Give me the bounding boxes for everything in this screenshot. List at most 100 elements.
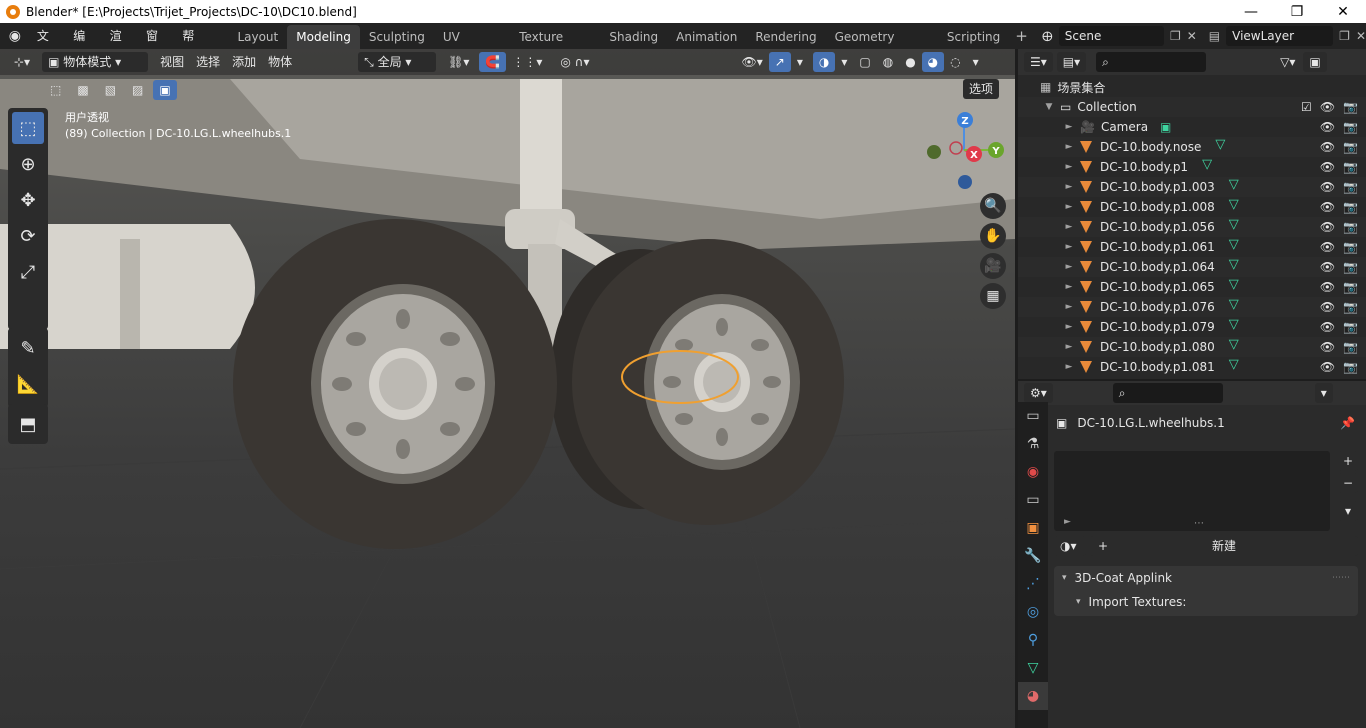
render-camera-icon[interactable]: 📷 xyxy=(1343,220,1358,234)
editor-type-icon[interactable]: ⊹▾ xyxy=(8,52,36,72)
outliner-root-row[interactable]: ▦ 场景集合 xyxy=(1018,77,1366,97)
menu-window[interactable]: 窗口 xyxy=(139,23,175,69)
mesh-data-icon[interactable] xyxy=(1215,137,1227,153)
collection-checkbox-icon[interactable]: ☑ xyxy=(1301,100,1312,114)
outliner-object-row[interactable]: ►DC-10.body.p1.003👁📷 xyxy=(1018,177,1366,197)
slot-specials-icon[interactable]: ▾ xyxy=(1338,501,1358,521)
remove-scene-icon[interactable]: ✕ xyxy=(1187,29,1197,43)
mesh-data-icon[interactable] xyxy=(1202,157,1214,173)
measure-tool-icon[interactable]: 📐 xyxy=(12,368,44,400)
tab-sculpting[interactable]: Sculpting xyxy=(360,25,434,49)
outliner-display-mode-icon[interactable]: ▤▾ xyxy=(1056,52,1087,72)
remove-view-layer-icon[interactable]: ✕ xyxy=(1356,29,1366,43)
properties-editor-type-icon[interactable]: ⚙▾ xyxy=(1024,383,1053,403)
gizmo-neg-y-axis[interactable] xyxy=(927,145,941,159)
menu-add[interactable]: 添加 xyxy=(226,52,262,72)
gizmo-neg-x-axis[interactable] xyxy=(949,141,963,155)
new-view-layer-icon[interactable]: ❐ xyxy=(1339,29,1350,43)
tab-modeling[interactable]: Modeling xyxy=(287,25,360,49)
select-box-tool-icon[interactable]: ⬚ xyxy=(12,112,44,144)
tab-constraints-icon[interactable]: ⚲ xyxy=(1018,626,1048,654)
options-button[interactable]: 选项 xyxy=(963,79,1000,99)
row-expand-icon[interactable]: ► xyxy=(1064,302,1074,312)
minimize-button[interactable]: — xyxy=(1228,0,1274,23)
mesh-data-icon[interactable] xyxy=(1229,237,1241,253)
select-subtract-icon[interactable]: ▧ xyxy=(99,80,122,100)
add-workspace-icon[interactable]: + xyxy=(1009,27,1034,45)
render-camera-icon[interactable]: 📷 xyxy=(1343,160,1358,174)
tab-physics-icon[interactable]: ◎ xyxy=(1018,598,1048,626)
material-slot-list[interactable]: ► ⋯ xyxy=(1054,451,1330,531)
select-invert-icon[interactable]: ▨ xyxy=(126,80,149,100)
applink-panel-header[interactable]: ▾ 3D-Coat Applink ⋯⋯ xyxy=(1054,566,1358,590)
mesh-data-icon[interactable] xyxy=(1229,357,1241,373)
outliner-object-row[interactable]: ►DC-10.body.p1.061👁📷 xyxy=(1018,237,1366,257)
collection-camera-icon[interactable]: 📷 xyxy=(1343,100,1358,114)
blender-menu-icon[interactable]: ◉ xyxy=(0,28,30,44)
pan-hand-icon[interactable]: ✋ xyxy=(980,223,1006,249)
zoom-icon[interactable]: 🔍 xyxy=(980,193,1006,219)
collection-expand-icon[interactable]: ▼ xyxy=(1044,102,1054,112)
add-slot-button[interactable]: + xyxy=(1338,451,1358,471)
solid-shading-icon[interactable]: ● xyxy=(899,52,921,72)
outliner-object-row[interactable]: ► 🎥 Camera ▣ 👁 📷 xyxy=(1018,117,1366,137)
remove-slot-button[interactable]: − xyxy=(1338,473,1358,493)
3d-viewport[interactable] xyxy=(0,49,1015,728)
select-intersect-icon[interactable]: ▣ xyxy=(153,80,177,100)
panel-collapse-icon[interactable]: ▾ xyxy=(1062,573,1067,583)
row-expand-icon[interactable]: ► xyxy=(1064,162,1074,172)
snap-icon[interactable]: 🧲 xyxy=(479,52,507,72)
proportional-edit-icon[interactable]: ◎ ∩▾ xyxy=(554,52,595,72)
gizmo-neg-z-axis[interactable] xyxy=(958,175,972,189)
tab-data-icon[interactable]: ▽ xyxy=(1018,654,1048,682)
add-cube-tool-icon[interactable]: ⬒ xyxy=(12,408,44,440)
pivot-icon[interactable]: ⛓▾ xyxy=(442,52,475,72)
list-resize-handle[interactable]: ⋯ xyxy=(1194,518,1204,529)
annotate-tool-icon[interactable]: ✎ xyxy=(12,332,44,364)
tab-texture-paint[interactable]: Texture Paint xyxy=(510,25,600,68)
outliner-collection-row[interactable]: ▼ ▭ Collection ☑ 👁 📷 xyxy=(1018,97,1366,117)
overlay-toggle-icon[interactable]: ◑ xyxy=(812,52,836,72)
rotate-tool-icon[interactable]: ⟳ xyxy=(12,220,44,252)
render-camera-icon[interactable]: 📷 xyxy=(1343,140,1358,154)
rendered-shading-icon[interactable]: ◌ xyxy=(944,52,966,72)
mesh-data-icon[interactable] xyxy=(1229,217,1241,233)
outliner-editor-type-icon[interactable]: ☰▾ xyxy=(1024,52,1053,72)
outliner-object-row[interactable]: ►DC-10.body.p1.065👁📷 xyxy=(1018,277,1366,297)
select-new-icon[interactable]: ⬚ xyxy=(44,80,67,100)
tab-layout[interactable]: Layout xyxy=(228,25,287,49)
menu-file[interactable]: 文件 xyxy=(30,23,66,69)
eye-icon[interactable]: 👁 xyxy=(1320,120,1335,134)
outliner-object-row[interactable]: ►DC-10.body.p1.056👁📷 xyxy=(1018,217,1366,237)
render-camera-icon[interactable]: 📷 xyxy=(1343,180,1358,194)
pin-icon[interactable]: 📌 xyxy=(1340,416,1355,430)
wireframe-shading-icon[interactable]: ◍ xyxy=(877,52,899,72)
xray-icon[interactable]: ▢ xyxy=(853,52,876,72)
outliner-object-row[interactable]: ►DC-10.body.p1.080👁📷 xyxy=(1018,337,1366,357)
outliner-search-input[interactable]: ⌕ xyxy=(1096,52,1207,72)
outliner-object-row[interactable]: ►DC-10.body.p1👁📷 xyxy=(1018,157,1366,177)
camera-data-icon[interactable]: ▣ xyxy=(1160,120,1171,134)
overlay-dropdown-icon[interactable]: ▾ xyxy=(835,52,853,72)
eye-icon[interactable]: 👁 xyxy=(1320,180,1335,194)
eye-icon[interactable]: 👁 xyxy=(1320,220,1335,234)
outliner-object-row[interactable]: ►DC-10.body.p1.064👁📷 xyxy=(1018,257,1366,277)
eye-icon[interactable]: 👁 xyxy=(1320,140,1335,154)
navigation-gizmo[interactable]: Z X Y xyxy=(922,108,1006,192)
render-camera-icon[interactable]: 📷 xyxy=(1343,200,1358,214)
tab-modifier-icon[interactable]: 🔧 xyxy=(1018,542,1048,570)
tab-world-icon[interactable]: ◉ xyxy=(1018,458,1048,486)
row-expand-icon[interactable]: ► xyxy=(1064,202,1074,212)
tab-animation[interactable]: Animation xyxy=(667,25,746,49)
row-expand-icon[interactable]: ► xyxy=(1064,342,1074,352)
camera-view-icon[interactable]: 🎥 xyxy=(980,253,1006,279)
eye-icon[interactable]: 👁 xyxy=(1320,360,1335,374)
list-expand-icon[interactable]: ► xyxy=(1064,517,1071,527)
shading-dropdown-icon[interactable]: ▾ xyxy=(967,52,985,72)
menu-select[interactable]: 选择 xyxy=(190,52,226,72)
eye-icon[interactable]: 👁 xyxy=(1320,340,1335,354)
render-camera-icon[interactable]: 📷 xyxy=(1343,240,1358,254)
orientation-selector[interactable]: ⤡ 全局 ▾ xyxy=(358,52,437,72)
tab-geometry-nodes[interactable]: Geometry Nodes xyxy=(826,25,938,68)
select-extend-icon[interactable]: ▩ xyxy=(71,80,94,100)
